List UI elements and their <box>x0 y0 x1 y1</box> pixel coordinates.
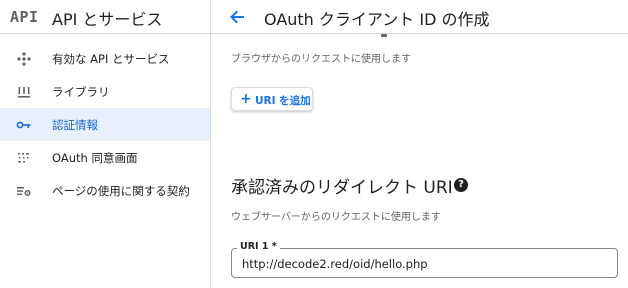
help-icon[interactable]: ? <box>454 178 468 192</box>
app-root: API API とサービス 有効な API とサービス ライブラリ 認証情報 O… <box>0 0 628 288</box>
back-arrow-icon[interactable] <box>228 8 246 26</box>
sidebar-item-enabled-apis[interactable]: 有効な API とサービス <box>0 42 210 75</box>
add-uri-button[interactable]: + URI を追加 <box>231 87 313 111</box>
settings-list-icon <box>16 183 32 199</box>
redirect-uri-input-value[interactable]: http://decode2.red/oid/hello.php <box>242 257 428 271</box>
main-content: OAuth クライアント ID の作成 ブラウザからのリクエストに使用します +… <box>211 0 628 288</box>
redirect-uri-section-title: 承認済みのリダイレクト URI <box>231 178 453 198</box>
clipped-content-fragment <box>381 34 387 37</box>
key-icon <box>16 117 32 133</box>
sidebar-item-label: OAuth 同意画面 <box>52 151 138 165</box>
sidebar-title: API とサービス <box>52 10 163 29</box>
main-header: OAuth クライアント ID の作成 <box>211 0 628 34</box>
sidebar-item-credentials[interactable]: 認証情報 <box>0 108 210 141</box>
sidebar-item-oauth-consent[interactable]: OAuth 同意画面 <box>0 141 210 174</box>
oauth-consent-icon <box>16 150 32 166</box>
redirect-uri-field-label: URI 1 * <box>237 241 280 252</box>
sidebar-item-label: ライブラリ <box>52 85 110 99</box>
dashboard-diamond-icon <box>16 51 32 67</box>
sidebar-item-page-usage-agreements[interactable]: ページの使用に関する契約 <box>0 174 210 207</box>
redirect-uri-hint: ウェブサーバーからのリクエストに使用します <box>231 212 441 223</box>
sidebar-nav: 有効な API とサービス ライブラリ 認証情報 OAuth 同意画面 ページの… <box>0 42 210 207</box>
api-logo: API <box>10 8 39 26</box>
sidebar-item-label: 認証情報 <box>52 118 98 132</box>
sidebar-item-library[interactable]: ライブラリ <box>0 75 210 108</box>
sidebar: API API とサービス 有効な API とサービス ライブラリ 認証情報 O… <box>0 0 211 288</box>
sidebar-item-label: ページの使用に関する契約 <box>52 184 190 198</box>
sidebar-header: API API とサービス <box>0 0 211 34</box>
redirect-uri-field[interactable]: http://decode2.red/oid/hello.php <box>231 248 618 278</box>
library-bars-icon <box>16 84 32 100</box>
add-uri-button-label: URI を追加 <box>255 95 311 107</box>
origins-hint: ブラウザからのリクエストに使用します <box>231 54 411 65</box>
sidebar-item-label: 有効な API とサービス <box>52 52 170 66</box>
plus-icon: + <box>240 91 252 107</box>
page-title: OAuth クライアント ID の作成 <box>264 10 490 29</box>
